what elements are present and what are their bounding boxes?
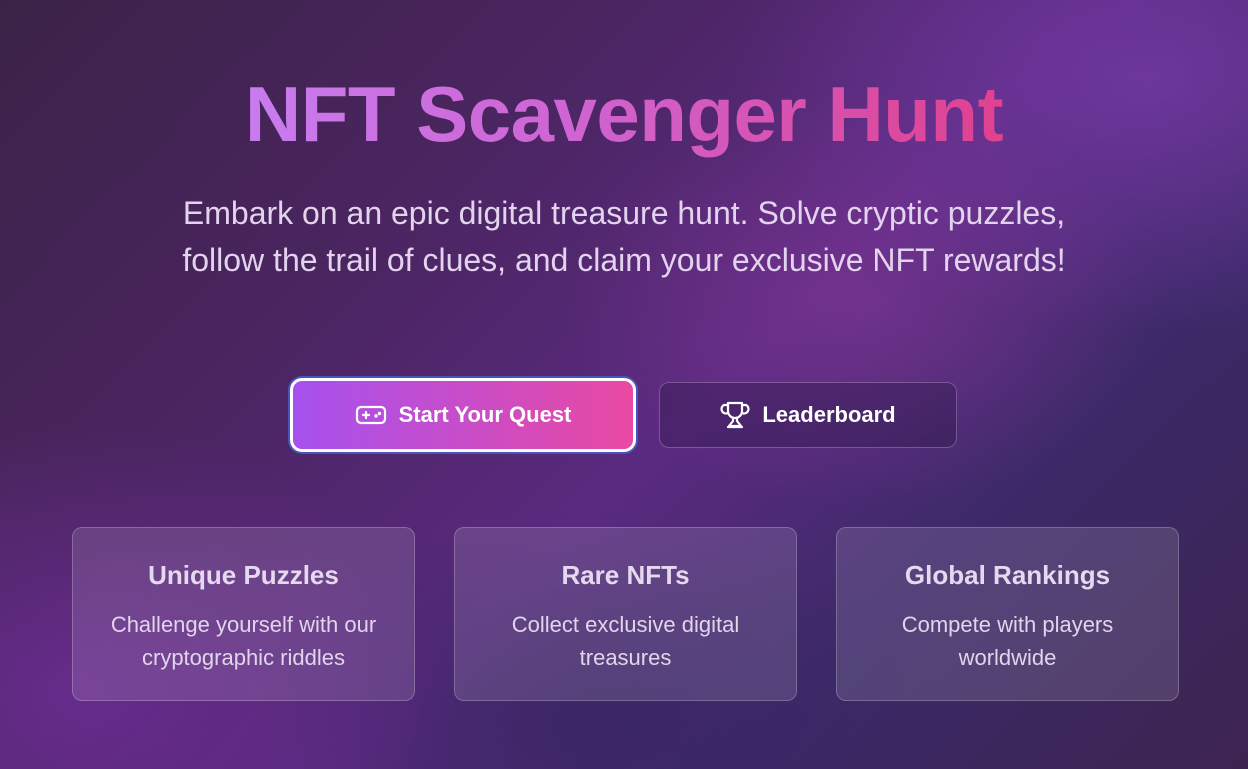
feature-description: Challenge yourself with our cryptographi… bbox=[110, 612, 377, 670]
leaderboard-button[interactable]: Leaderboard bbox=[659, 382, 957, 448]
feature-description: Collect exclusive digital treasures bbox=[511, 612, 740, 670]
hero-subtitle: Embark on an epic digital treasure hunt.… bbox=[182, 195, 1066, 278]
page-title: NFT Scavenger Hunt bbox=[0, 66, 1248, 162]
page-title-text: NFT Scavenger Hunt bbox=[244, 70, 1004, 158]
feature-title: Global Rankings bbox=[904, 560, 1111, 590]
feature-card-rare-nfts: Rare NFTs Collect exclusive digital trea… bbox=[454, 527, 797, 701]
landing-page: NFT Scavenger Hunt Embark on an epic dig… bbox=[0, 0, 1248, 769]
feature-title: Rare NFTs bbox=[561, 560, 690, 590]
trophy-icon bbox=[720, 400, 750, 430]
start-quest-label: Start Your Quest bbox=[398, 402, 572, 427]
feature-title: Unique Puzzles bbox=[148, 560, 339, 590]
feature-card-unique-puzzles: Unique Puzzles Challenge yourself with o… bbox=[72, 527, 415, 701]
leaderboard-label: Leaderboard bbox=[762, 402, 896, 427]
feature-card-global-rankings: Global Rankings Compete with players wor… bbox=[836, 527, 1179, 701]
feature-description: Compete with players worldwide bbox=[901, 612, 1114, 670]
gamepad-icon bbox=[355, 404, 387, 426]
start-quest-button[interactable]: Start Your Quest bbox=[290, 378, 636, 452]
